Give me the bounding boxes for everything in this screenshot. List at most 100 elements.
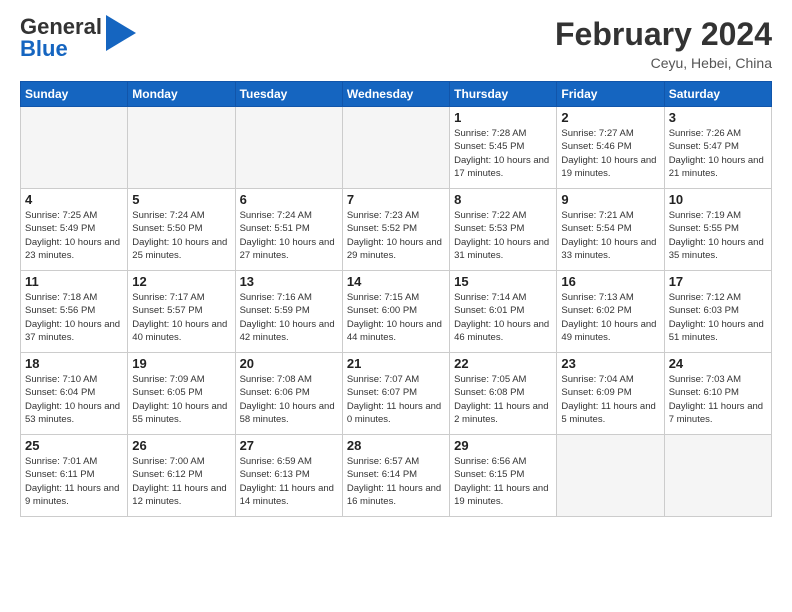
day-info: Sunrise: 7:15 AM Sunset: 6:00 PM Dayligh… [347,291,445,344]
day-info: Sunrise: 7:18 AM Sunset: 5:56 PM Dayligh… [25,291,123,344]
calendar-cell: 18Sunrise: 7:10 AM Sunset: 6:04 PM Dayli… [21,353,128,435]
th-friday: Friday [557,82,664,107]
day-info: Sunrise: 7:24 AM Sunset: 5:50 PM Dayligh… [132,209,230,262]
day-number: 12 [132,274,230,289]
title-block: February 2024 Ceyu, Hebei, China [555,16,772,71]
day-info: Sunrise: 7:22 AM Sunset: 5:53 PM Dayligh… [454,209,552,262]
calendar-cell: 6 Sunrise: 7:24 AM Sunset: 5:51 PM Daylig… [235,189,342,271]
calendar-cell: 9 Sunrise: 7:21 AM Sunset: 5:54 PM Daylig… [557,189,664,271]
calendar-cell: 23 Sunrise: 7:04 AM Sunset: 6:09 PM Dayli… [557,353,664,435]
day-number: 19 [132,356,230,371]
calendar-cell: 12 Sunrise: 7:17 AM Sunset: 5:57 PM Dayli… [128,271,235,353]
day-number: 8 [454,192,552,207]
day-number: 10 [669,192,767,207]
calendar-cell: 28 Sunrise: 6:57 AM Sunset: 6:14 PM Dayli… [342,435,449,517]
day-number: 17 [669,274,767,289]
th-saturday: Saturday [664,82,771,107]
day-info: Sunrise: 7:09 AM Sunset: 6:05 PM Dayligh… [132,373,230,426]
calendar-cell: 17 Sunrise: 7:12 AM Sunset: 6:03 PM Dayli… [664,271,771,353]
month-year: February 2024 [555,16,772,53]
calendar-cell: 13 Sunrise: 7:16 AM Sunset: 5:59 PM Dayli… [235,271,342,353]
day-number: 5 [132,192,230,207]
day-info: Sunrise: 7:10 AM Sunset: 6:04 PM Dayligh… [25,373,123,426]
calendar-cell: 10 Sunrise: 7:19 AM Sunset: 5:55 PM Dayli… [664,189,771,271]
day-number: 16 [561,274,659,289]
day-info: Sunrise: 7:05 AM Sunset: 6:08 PM Dayligh… [454,373,552,426]
calendar-cell: 29 Sunrise: 6:56 AM Sunset: 6:15 PM Dayli… [450,435,557,517]
day-number: 27 [240,438,338,453]
day-number: 26 [132,438,230,453]
day-number: 9 [561,192,659,207]
day-info: Sunrise: 7:14 AM Sunset: 6:01 PM Dayligh… [454,291,552,344]
day-info: Sunrise: 6:56 AM Sunset: 6:15 PM Dayligh… [454,455,552,508]
day-number: 20 [240,356,338,371]
day-info: Sunrise: 7:19 AM Sunset: 5:55 PM Dayligh… [669,209,767,262]
calendar-cell [21,107,128,189]
calendar-cell: 19 Sunrise: 7:09 AM Sunset: 6:05 PM Dayli… [128,353,235,435]
calendar-week-row: 1Sunrise: 7:28 AM Sunset: 5:45 PM Daylig… [21,107,772,189]
calendar-week-row: 11 Sunrise: 7:18 AM Sunset: 5:56 PM Dayli… [21,271,772,353]
day-number: 21 [347,356,445,371]
logo: General Blue [20,16,136,60]
calendar-week-row: 25Sunrise: 7:01 AM Sunset: 6:11 PM Dayli… [21,435,772,517]
location: Ceyu, Hebei, China [555,55,772,71]
calendar-cell [128,107,235,189]
calendar-cell: 5 Sunrise: 7:24 AM Sunset: 5:50 PM Daylig… [128,189,235,271]
calendar-cell: 21Sunrise: 7:07 AM Sunset: 6:07 PM Dayli… [342,353,449,435]
page: General Blue February 2024 Ceyu, Hebei, … [0,0,792,527]
day-info: Sunrise: 7:13 AM Sunset: 6:02 PM Dayligh… [561,291,659,344]
day-number: 13 [240,274,338,289]
day-number: 22 [454,356,552,371]
day-info: Sunrise: 7:26 AM Sunset: 5:47 PM Dayligh… [669,127,767,180]
calendar: Sunday Monday Tuesday Wednesday Thursday… [20,81,772,517]
calendar-cell: 20 Sunrise: 7:08 AM Sunset: 6:06 PM Dayli… [235,353,342,435]
calendar-cell: 11 Sunrise: 7:18 AM Sunset: 5:56 PM Dayli… [21,271,128,353]
day-number: 14 [347,274,445,289]
th-tuesday: Tuesday [235,82,342,107]
day-info: Sunrise: 7:16 AM Sunset: 5:59 PM Dayligh… [240,291,338,344]
logo-arrow-icon [106,15,136,51]
day-info: Sunrise: 7:25 AM Sunset: 5:49 PM Dayligh… [25,209,123,262]
day-number: 29 [454,438,552,453]
day-info: Sunrise: 7:17 AM Sunset: 5:57 PM Dayligh… [132,291,230,344]
th-monday: Monday [128,82,235,107]
day-info: Sunrise: 7:04 AM Sunset: 6:09 PM Dayligh… [561,373,659,426]
th-sunday: Sunday [21,82,128,107]
day-info: Sunrise: 7:08 AM Sunset: 6:06 PM Dayligh… [240,373,338,426]
calendar-week-row: 18Sunrise: 7:10 AM Sunset: 6:04 PM Dayli… [21,353,772,435]
calendar-cell: 8 Sunrise: 7:22 AM Sunset: 5:53 PM Daylig… [450,189,557,271]
calendar-cell: 1Sunrise: 7:28 AM Sunset: 5:45 PM Daylig… [450,107,557,189]
day-number: 2 [561,110,659,125]
calendar-cell: 15 Sunrise: 7:14 AM Sunset: 6:01 PM Dayli… [450,271,557,353]
day-info: Sunrise: 6:59 AM Sunset: 6:13 PM Dayligh… [240,455,338,508]
calendar-cell: 27 Sunrise: 6:59 AM Sunset: 6:13 PM Dayli… [235,435,342,517]
day-info: Sunrise: 7:21 AM Sunset: 5:54 PM Dayligh… [561,209,659,262]
day-number: 24 [669,356,767,371]
calendar-cell: 22 Sunrise: 7:05 AM Sunset: 6:08 PM Dayli… [450,353,557,435]
calendar-cell [342,107,449,189]
calendar-cell [235,107,342,189]
calendar-cell [664,435,771,517]
day-number: 3 [669,110,767,125]
calendar-cell: 14 Sunrise: 7:15 AM Sunset: 6:00 PM Dayli… [342,271,449,353]
day-number: 7 [347,192,445,207]
day-info: Sunrise: 7:27 AM Sunset: 5:46 PM Dayligh… [561,127,659,180]
calendar-cell: 4Sunrise: 7:25 AM Sunset: 5:49 PM Daylig… [21,189,128,271]
calendar-cell: 26Sunrise: 7:00 AM Sunset: 6:12 PM Dayli… [128,435,235,517]
calendar-cell: 16 Sunrise: 7:13 AM Sunset: 6:02 PM Dayli… [557,271,664,353]
th-wednesday: Wednesday [342,82,449,107]
calendar-cell: 24Sunrise: 7:03 AM Sunset: 6:10 PM Dayli… [664,353,771,435]
day-info: Sunrise: 7:01 AM Sunset: 6:11 PM Dayligh… [25,455,123,508]
day-number: 6 [240,192,338,207]
day-number: 11 [25,274,123,289]
day-info: Sunrise: 7:12 AM Sunset: 6:03 PM Dayligh… [669,291,767,344]
day-number: 28 [347,438,445,453]
day-number: 23 [561,356,659,371]
day-info: Sunrise: 7:24 AM Sunset: 5:51 PM Dayligh… [240,209,338,262]
day-info: Sunrise: 7:23 AM Sunset: 5:52 PM Dayligh… [347,209,445,262]
day-info: Sunrise: 7:28 AM Sunset: 5:45 PM Dayligh… [454,127,552,180]
calendar-cell: 2 Sunrise: 7:27 AM Sunset: 5:46 PM Daylig… [557,107,664,189]
day-number: 15 [454,274,552,289]
calendar-week-row: 4Sunrise: 7:25 AM Sunset: 5:49 PM Daylig… [21,189,772,271]
day-info: Sunrise: 6:57 AM Sunset: 6:14 PM Dayligh… [347,455,445,508]
